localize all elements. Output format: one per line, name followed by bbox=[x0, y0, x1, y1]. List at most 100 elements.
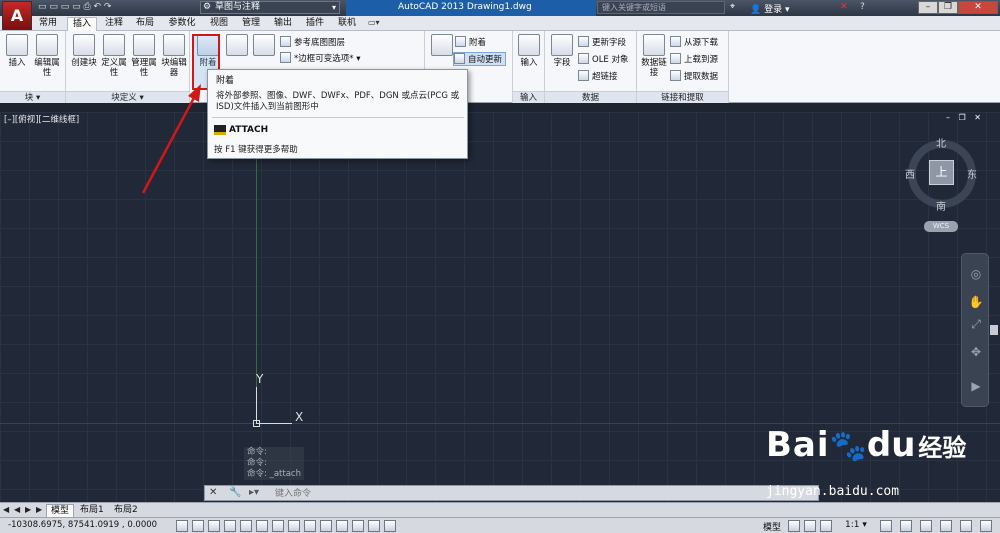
underlay-layers-label: 参考底图图层 bbox=[294, 38, 346, 48]
help-icon[interactable]: ? bbox=[860, 2, 865, 12]
lineweight-icon[interactable] bbox=[336, 520, 348, 532]
coordinate-display[interactable]: -10308.6975, 87541.0919 , 0.0000 bbox=[8, 520, 157, 530]
hardware-acceleration-icon[interactable] bbox=[940, 520, 952, 532]
showmotion-icon[interactable]: ▶ bbox=[968, 378, 984, 394]
annotation-visibility-icon[interactable] bbox=[880, 520, 892, 532]
tab-parametric[interactable]: 参数化 bbox=[164, 17, 200, 31]
hyperlink-button[interactable]: 超链接 bbox=[578, 70, 618, 84]
model-space-button[interactable]: 模型 bbox=[763, 520, 781, 533]
viewport-window-controls[interactable]: – ❐ ✕ bbox=[946, 113, 984, 122]
import-button[interactable]: 输入 bbox=[515, 34, 543, 86]
lock-icon[interactable] bbox=[920, 520, 932, 532]
steering-wheel-icon[interactable]: ◎ bbox=[968, 266, 984, 282]
close-button[interactable]: ✕ bbox=[958, 1, 998, 14]
orbit-icon[interactable]: ✥ bbox=[968, 344, 984, 360]
application-menu-button[interactable]: A bbox=[2, 1, 32, 30]
tab-plugins[interactable]: 插件 bbox=[302, 17, 328, 31]
frame-variable-dropdown[interactable]: *边框可变选项* ▾ bbox=[280, 52, 360, 66]
clean-screen-icon[interactable] bbox=[980, 520, 992, 532]
define-attributes-button[interactable]: 定义属性 bbox=[100, 34, 128, 86]
ole-object-button[interactable]: OLE 对象 bbox=[578, 53, 629, 67]
prev-tab-arrow[interactable]: ◀ bbox=[14, 505, 24, 514]
dynamic-input-icon[interactable] bbox=[320, 520, 332, 532]
tab-layout[interactable]: 布局 bbox=[132, 17, 158, 31]
compass-south[interactable]: 南 bbox=[936, 198, 946, 213]
quick-view-drawings-icon[interactable] bbox=[804, 520, 816, 532]
binoculars-icon[interactable]: ⌖ bbox=[730, 2, 735, 12]
create-block-button[interactable]: 创建块 bbox=[70, 34, 98, 86]
tab-model[interactable]: 模型 bbox=[46, 504, 75, 517]
3d-object-snap-icon[interactable] bbox=[272, 520, 284, 532]
edit-attributes-button[interactable]: 编辑属性 bbox=[33, 34, 61, 86]
tab-layout1[interactable]: 布局1 bbox=[76, 504, 108, 517]
quick-access-toolbar[interactable]: ▭ ▭ ▭ ▭ ⎙ ↶ ↷ bbox=[38, 2, 111, 14]
compass-west[interactable]: 西 bbox=[905, 166, 915, 181]
scrollbar-thumb[interactable] bbox=[990, 325, 998, 335]
pan-icon[interactable]: ✋ bbox=[968, 294, 984, 310]
selection-cycling-icon[interactable] bbox=[384, 520, 396, 532]
login-button[interactable]: 👤 登录 ▾ bbox=[750, 2, 789, 15]
compass-north[interactable]: 北 bbox=[936, 135, 946, 150]
next-tab-arrow[interactable]: ▶ bbox=[25, 505, 35, 514]
tab-manage[interactable]: 管理 bbox=[238, 17, 264, 31]
tooltip-divider bbox=[212, 117, 464, 118]
viewcube-top-face[interactable]: 上 bbox=[929, 160, 954, 185]
extract-data-button[interactable]: 提取数据 bbox=[670, 70, 718, 84]
search-input[interactable]: 键入关键字或短语 bbox=[597, 1, 725, 14]
panel-title-block[interactable]: 块 ▾ bbox=[0, 91, 65, 103]
command-input[interactable] bbox=[275, 487, 675, 500]
restore-button[interactable]: ❐ bbox=[938, 1, 958, 14]
first-tab-arrow[interactable]: ◀ bbox=[3, 505, 13, 514]
define-attributes-label: 定义属性 bbox=[101, 58, 127, 78]
tab-annotate[interactable]: 注释 bbox=[101, 17, 127, 31]
tab-insert[interactable]: 插入 bbox=[67, 17, 97, 31]
infer-constraints-icon[interactable] bbox=[176, 520, 188, 532]
auto-update-toggle[interactable]: 自动更新 bbox=[453, 52, 507, 66]
point-cloud-attach-button[interactable]: 附着 bbox=[455, 36, 486, 50]
transparency-icon[interactable] bbox=[352, 520, 364, 532]
compass-east[interactable]: 东 bbox=[967, 166, 977, 181]
annotation-scale[interactable]: 1:1 ▾ bbox=[845, 520, 867, 530]
ribbon-options-icon[interactable]: ▭▾ bbox=[368, 18, 380, 27]
polar-tracking-icon[interactable] bbox=[240, 520, 252, 532]
wrench-icon[interactable]: 🔧 bbox=[229, 487, 241, 498]
download-from-source-button[interactable]: 从源下载 bbox=[670, 36, 718, 50]
object-snap-tracking-icon[interactable] bbox=[288, 520, 300, 532]
block-editor-button[interactable]: 块编辑器 bbox=[160, 34, 188, 86]
underlay-layers-button[interactable]: 参考底图图层 bbox=[280, 36, 345, 50]
wcs-menu-button[interactable]: WCS bbox=[924, 221, 958, 232]
paw-icon: 🐾 bbox=[829, 429, 867, 464]
tab-home[interactable]: 常用 bbox=[34, 17, 62, 31]
quick-properties-icon[interactable] bbox=[368, 520, 380, 532]
data-link-button[interactable]: 数据链接 bbox=[640, 34, 668, 86]
exchange-icon[interactable]: ✕ bbox=[840, 2, 848, 12]
field-button[interactable]: 字段 bbox=[548, 34, 576, 86]
command-prompt-icon[interactable]: ▸▾ bbox=[249, 487, 259, 498]
tooltip-command-name: ATTACH bbox=[229, 125, 269, 135]
close-icon[interactable]: ✕ bbox=[209, 487, 217, 498]
update-fields-button[interactable]: 更新字段 bbox=[578, 36, 626, 50]
zoom-icon[interactable]: ⤢ bbox=[968, 316, 984, 332]
upload-to-source-button[interactable]: 上载到源 bbox=[670, 53, 718, 67]
isolate-objects-icon[interactable] bbox=[960, 520, 972, 532]
tab-output[interactable]: 输出 bbox=[270, 17, 296, 31]
workspace-dropdown[interactable]: ⚙ 草图与注释 ▾ bbox=[200, 1, 340, 14]
object-snap-icon[interactable] bbox=[256, 520, 268, 532]
tab-layout2[interactable]: 布局2 bbox=[110, 504, 142, 517]
viewport-controls-label[interactable]: [–][俯视][二维线框] bbox=[4, 113, 79, 125]
grid-display-icon[interactable] bbox=[208, 520, 220, 532]
workspace-switching-icon[interactable] bbox=[900, 520, 912, 532]
quick-view-layouts-icon[interactable] bbox=[788, 520, 800, 532]
tab-view[interactable]: 视图 bbox=[206, 17, 232, 31]
dynamic-ucs-icon[interactable] bbox=[304, 520, 316, 532]
tab-online[interactable]: 联机 bbox=[334, 17, 360, 31]
snap-mode-icon[interactable] bbox=[192, 520, 204, 532]
panel-title-block-definition[interactable]: 块定义 ▾ bbox=[66, 91, 189, 103]
panel-data: 字段 更新字段 OLE 对象 超链接 数据 bbox=[545, 31, 637, 103]
pan-status-icon[interactable] bbox=[820, 520, 832, 532]
minimize-button[interactable]: – bbox=[918, 1, 938, 14]
ortho-mode-icon[interactable] bbox=[224, 520, 236, 532]
last-tab-arrow[interactable]: ▶ bbox=[36, 505, 46, 514]
manage-attributes-button[interactable]: 管理属性 bbox=[130, 34, 158, 86]
insert-block-button[interactable]: 插入 bbox=[3, 34, 31, 86]
